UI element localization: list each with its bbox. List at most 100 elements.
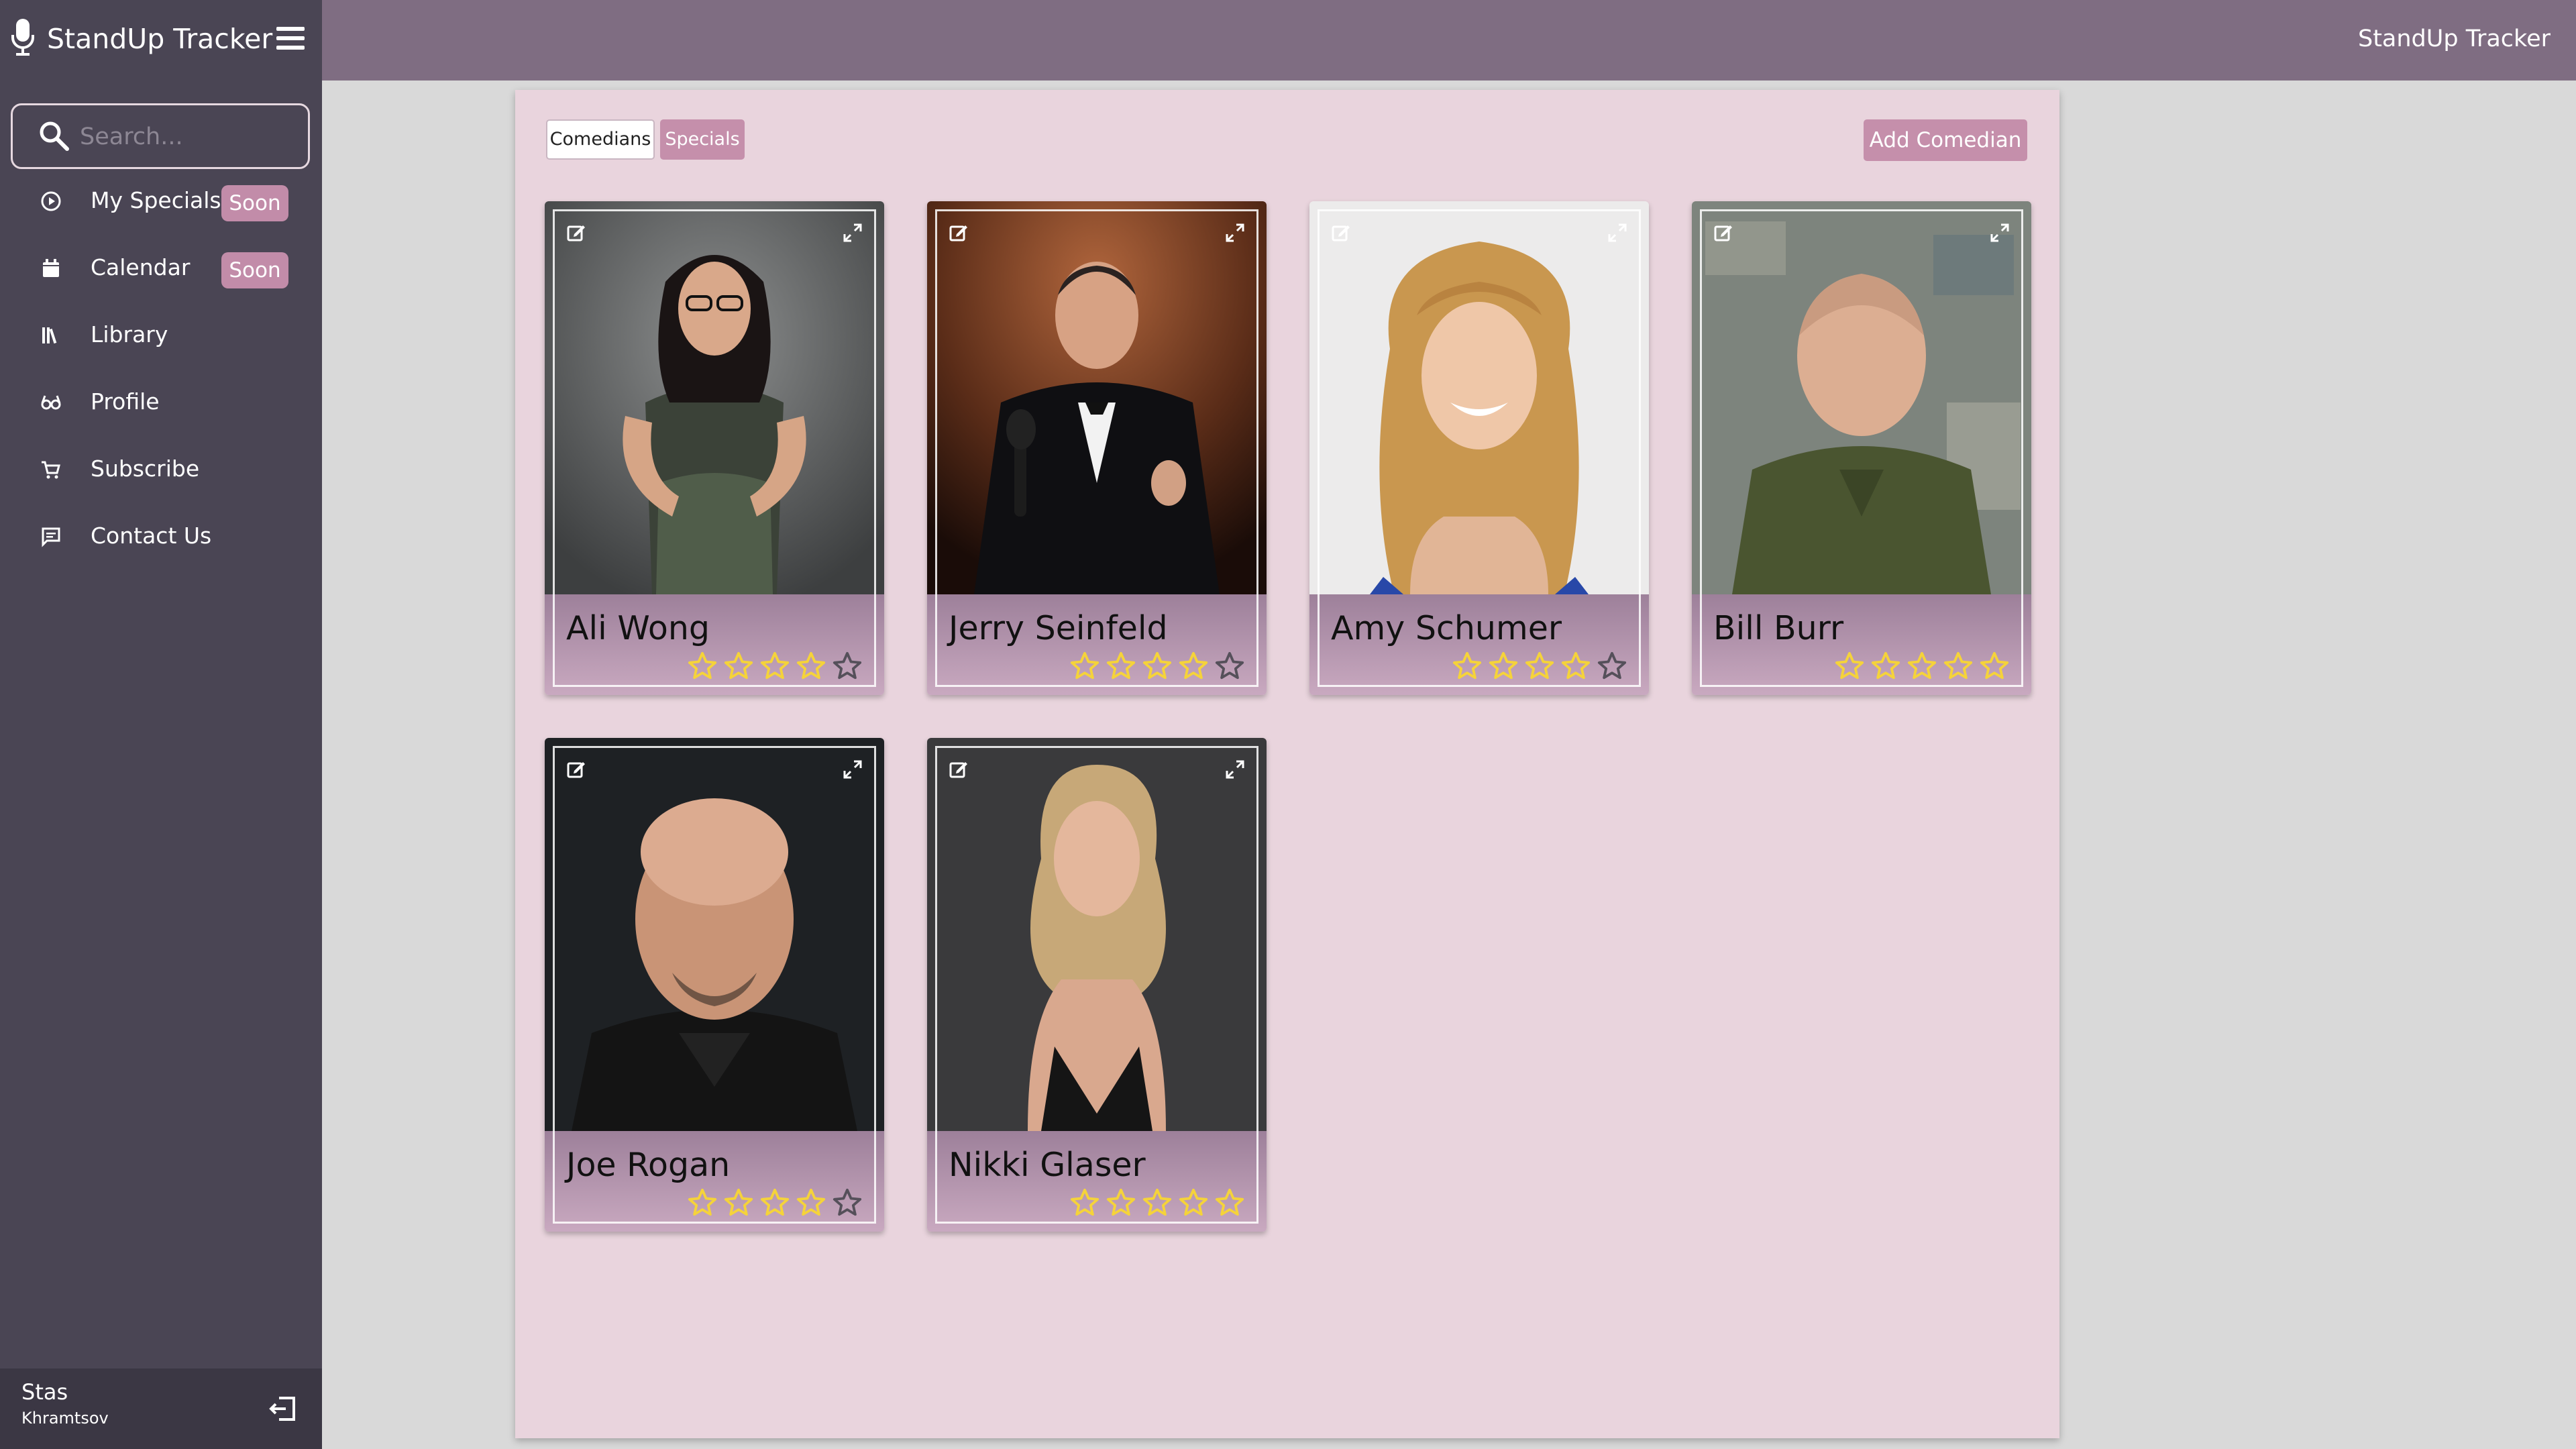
comedian-card[interactable]: Amy Schumer xyxy=(1309,201,1649,695)
star-filled-icon[interactable] xyxy=(1870,651,1901,682)
comedian-card[interactable]: Bill Burr xyxy=(1692,201,2031,695)
star-filled-icon[interactable] xyxy=(723,1187,754,1218)
brand[interactable]: StandUp Tracker xyxy=(0,0,322,80)
comedian-name: Bill Burr xyxy=(1713,609,1844,647)
comedian-photo xyxy=(927,738,1267,1131)
add-comedian-button[interactable]: Add Comedian xyxy=(1864,119,2027,161)
star-rating[interactable] xyxy=(1064,1187,1245,1218)
star-filled-icon[interactable] xyxy=(1560,651,1591,682)
star-filled-icon[interactable] xyxy=(687,1187,718,1218)
expand-icon[interactable] xyxy=(1607,223,1627,243)
star-filled-icon[interactable] xyxy=(1943,651,1974,682)
nav-label: My Specials xyxy=(91,187,221,213)
edit-icon[interactable] xyxy=(1713,223,1733,243)
edit-icon[interactable] xyxy=(949,759,969,780)
comedian-name: Jerry Seinfeld xyxy=(949,609,1168,647)
nav-item-my-specials[interactable]: My Specials Soon xyxy=(0,169,322,236)
logout-icon[interactable] xyxy=(268,1394,298,1424)
edit-icon[interactable] xyxy=(566,759,586,780)
star-empty-icon[interactable] xyxy=(832,1187,863,1218)
nav-item-profile[interactable]: Profile xyxy=(0,370,322,437)
edit-icon[interactable] xyxy=(566,223,586,243)
star-empty-icon[interactable] xyxy=(1597,651,1627,682)
play-circle-icon xyxy=(40,191,62,212)
search-icon xyxy=(38,120,69,151)
star-filled-icon[interactable] xyxy=(1106,651,1136,682)
comedian-card[interactable]: Ali Wong xyxy=(545,201,884,695)
comedian-name: Joe Rogan xyxy=(566,1146,731,1184)
expand-icon[interactable] xyxy=(1990,223,2010,243)
star-filled-icon[interactable] xyxy=(1178,1187,1209,1218)
expand-icon[interactable] xyxy=(843,223,863,243)
star-filled-icon[interactable] xyxy=(1142,651,1173,682)
expand-icon[interactable] xyxy=(1225,223,1245,243)
card-footer: Jerry Seinfeld xyxy=(927,594,1267,695)
card-footer: Ali Wong xyxy=(545,594,884,695)
search-box xyxy=(11,103,310,169)
star-filled-icon[interactable] xyxy=(759,651,790,682)
tab-comedians[interactable]: Comedians xyxy=(546,119,655,160)
edit-icon[interactable] xyxy=(949,223,969,243)
star-filled-icon[interactable] xyxy=(1834,651,1865,682)
user-first-name: Stas xyxy=(21,1379,68,1405)
tab-specials[interactable]: Specials xyxy=(660,119,745,160)
star-filled-icon[interactable] xyxy=(796,1187,826,1218)
comedian-name: Nikki Glaser xyxy=(949,1146,1146,1184)
nav-item-contact-us[interactable]: Contact Us xyxy=(0,504,322,572)
star-filled-icon[interactable] xyxy=(687,651,718,682)
search-input[interactable] xyxy=(80,117,301,156)
star-empty-icon[interactable] xyxy=(832,651,863,682)
comedians-panel: Comedians Specials Add Comedian Ali Wong xyxy=(515,90,2059,1438)
nav-label: Contact Us xyxy=(91,523,212,549)
comedian-card[interactable]: Nikki Glaser xyxy=(927,738,1267,1232)
star-filled-icon[interactable] xyxy=(759,1187,790,1218)
comedian-card[interactable]: Jerry Seinfeld xyxy=(927,201,1267,695)
message-icon xyxy=(40,526,62,547)
star-filled-icon[interactable] xyxy=(1524,651,1555,682)
library-icon xyxy=(40,325,62,346)
card-footer: Joe Rogan xyxy=(545,1131,884,1232)
comedian-photo xyxy=(1692,201,2031,594)
star-filled-icon[interactable] xyxy=(1142,1187,1173,1218)
glasses-icon xyxy=(40,392,62,413)
star-rating[interactable] xyxy=(1829,651,2010,682)
star-filled-icon[interactable] xyxy=(1979,651,2010,682)
card-footer: Nikki Glaser xyxy=(927,1131,1267,1232)
star-filled-icon[interactable] xyxy=(1069,1187,1100,1218)
sidebar: StandUp Tracker My Specials Soon Calenda… xyxy=(0,0,322,1449)
nav-label: Subscribe xyxy=(91,455,200,482)
comedian-photo xyxy=(545,201,884,594)
star-rating[interactable] xyxy=(682,651,863,682)
star-filled-icon[interactable] xyxy=(723,651,754,682)
user-last-name: Khramtsov xyxy=(21,1409,109,1428)
comedian-photo xyxy=(927,201,1267,594)
comedian-card[interactable]: Joe Rogan xyxy=(545,738,884,1232)
nav-item-subscribe[interactable]: Subscribe xyxy=(0,437,322,504)
nav-item-library[interactable]: Library xyxy=(0,303,322,370)
star-filled-icon[interactable] xyxy=(1214,1187,1245,1218)
expand-icon[interactable] xyxy=(1225,759,1245,780)
star-rating[interactable] xyxy=(1446,651,1627,682)
header-title: StandUp Tracker xyxy=(2357,25,2551,52)
expand-icon[interactable] xyxy=(843,759,863,780)
star-filled-icon[interactable] xyxy=(1069,651,1100,682)
star-filled-icon[interactable] xyxy=(1178,651,1209,682)
star-filled-icon[interactable] xyxy=(796,651,826,682)
soon-badge: Soon xyxy=(221,185,288,221)
star-filled-icon[interactable] xyxy=(1907,651,1937,682)
star-empty-icon[interactable] xyxy=(1214,651,1245,682)
star-filled-icon[interactable] xyxy=(1452,651,1483,682)
nav-label: Library xyxy=(91,321,168,347)
edit-icon[interactable] xyxy=(1331,223,1351,243)
nav-label: Profile xyxy=(91,388,160,415)
star-rating[interactable] xyxy=(682,1187,863,1218)
nav-item-calendar[interactable]: Calendar Soon xyxy=(0,236,322,303)
menu-toggle-icon[interactable] xyxy=(276,27,305,50)
user-panel: Stas Khramtsov xyxy=(0,1368,322,1449)
star-filled-icon[interactable] xyxy=(1488,651,1519,682)
app-title: StandUp Tracker xyxy=(47,23,273,55)
card-footer: Amy Schumer xyxy=(1309,594,1649,695)
calendar-icon xyxy=(40,258,62,279)
star-rating[interactable] xyxy=(1064,651,1245,682)
star-filled-icon[interactable] xyxy=(1106,1187,1136,1218)
